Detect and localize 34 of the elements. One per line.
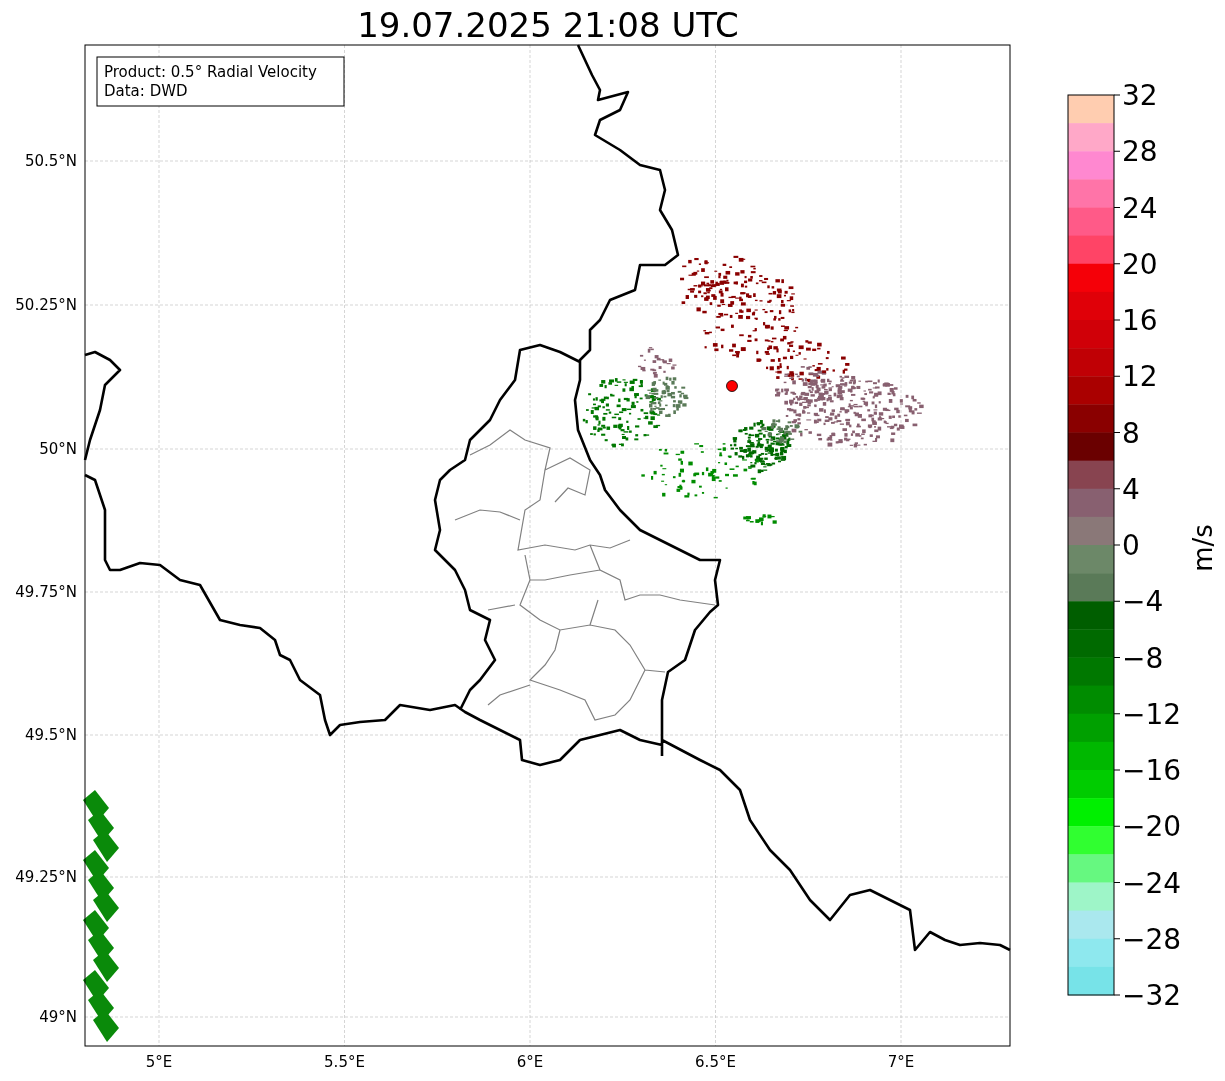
- latitude-label: 49°N: [39, 1008, 77, 1026]
- colorbar-tick-label: 16: [1122, 304, 1158, 337]
- latitude-label: 50°N: [39, 440, 77, 458]
- colorbar-tick-label: −24: [1122, 866, 1182, 900]
- radar-site-marker: [726, 380, 738, 392]
- colorbar-tick-label: −16: [1122, 754, 1182, 787]
- longitude-label: 6°E: [516, 1053, 544, 1071]
- colorbar-tick-label: 8: [1122, 416, 1140, 450]
- colorbar-tick-label: −12: [1122, 697, 1182, 731]
- colorbar-tick-label: 20: [1122, 247, 1158, 281]
- longitude-label: 5°E: [145, 1053, 173, 1071]
- colorbar-tick-label: 28: [1122, 135, 1158, 169]
- colorbar-tick-label: 0: [1122, 529, 1140, 562]
- colorbar-tick-label: 32: [1122, 79, 1158, 112]
- colorbar-unit-label: m/s: [1188, 524, 1218, 572]
- longitude-label: 5.5°E: [324, 1053, 365, 1071]
- colorbar-tick-label: −8: [1122, 641, 1164, 675]
- latitude-label: 50.25°N: [15, 296, 77, 314]
- longitude-label: 6.5°E: [695, 1053, 736, 1071]
- latitude-label: 49.5°N: [24, 726, 77, 744]
- chart-title: 19.07.2025 21:08 UTC: [357, 5, 739, 45]
- colorbar-tick-label: −4: [1122, 585, 1164, 619]
- latitude-label: 49.25°N: [15, 868, 77, 886]
- colorbar-tick-label: 12: [1122, 360, 1158, 394]
- colorbar-tick-label: −28: [1122, 922, 1182, 956]
- colorbar-tick-label: −32: [1122, 979, 1182, 1012]
- colorbar-tick-label: 4: [1122, 472, 1140, 506]
- latitude-label: 49.75°N: [15, 583, 77, 601]
- latitude-label: 50.5°N: [24, 152, 77, 170]
- info-text: Data: DWD: [104, 82, 188, 100]
- colorbar-tick-label: 24: [1122, 191, 1158, 225]
- longitude-label: 7°E: [887, 1053, 915, 1071]
- info-text: Product: 0.5° Radial Velocity: [104, 63, 317, 81]
- colorbar-tick-label: −20: [1122, 810, 1182, 844]
